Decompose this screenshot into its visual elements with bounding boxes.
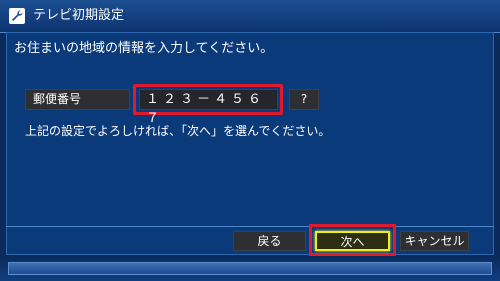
divider (6, 226, 494, 227)
postal-code-label: 郵便番号 (25, 89, 130, 110)
cancel-button[interactable]: キャンセル (400, 231, 469, 251)
title-bar: テレビ初期設定 (0, 0, 500, 33)
help-button[interactable]: ? (289, 89, 319, 110)
back-button[interactable]: 戻る (233, 231, 306, 251)
window-title: テレビ初期設定 (33, 8, 125, 23)
settings-panel (6, 32, 494, 255)
postal-code-input[interactable]: １２３－４５６７ (139, 89, 278, 126)
wrench-icon (9, 8, 25, 24)
footer-bar (8, 262, 492, 275)
instruction-text: お住まいの地域の情報を入力してください。 (14, 41, 274, 56)
next-button[interactable]: 次へ (315, 231, 390, 251)
confirm-note: 上記の設定でよろしければ、「次へ」を選んでください。 (25, 124, 331, 138)
